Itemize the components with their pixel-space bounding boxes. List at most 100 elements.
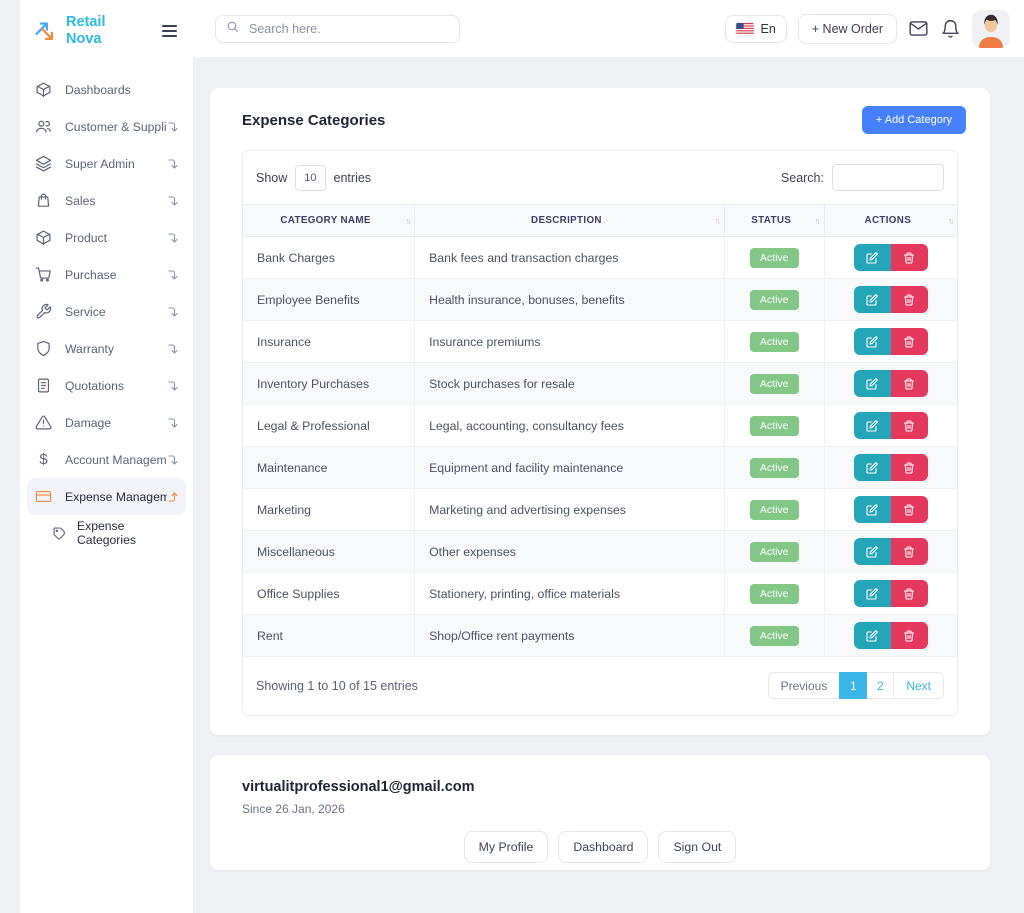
cart-icon <box>35 266 52 283</box>
description-cell: Bank fees and transaction charges <box>415 237 725 279</box>
category-name-cell: Miscellaneous <box>243 531 415 573</box>
sidebar-item-expense-management[interactable]: Expense Management <box>27 478 186 515</box>
mail-icon[interactable] <box>908 18 929 39</box>
corner-down-arrow-icon <box>167 380 179 392</box>
status-badge: Active <box>750 500 799 520</box>
corner-down-arrow-icon <box>167 306 179 318</box>
edit-button[interactable] <box>854 496 891 523</box>
corner-up-arrow-icon <box>167 491 179 503</box>
column-header-status[interactable]: Status↑↓ <box>724 205 824 237</box>
pagination-page-1-button[interactable]: 1 <box>839 672 867 699</box>
delete-button[interactable] <box>891 496 928 523</box>
category-name-cell: Marketing <box>243 489 415 531</box>
edit-button[interactable] <box>854 580 891 607</box>
delete-button[interactable] <box>891 244 928 271</box>
bag-icon <box>35 192 52 209</box>
category-name-cell: Office Supplies <box>243 573 415 615</box>
status-badge: Active <box>750 416 799 436</box>
corner-down-arrow-icon <box>167 269 179 281</box>
edit-button[interactable] <box>854 412 891 439</box>
delete-button[interactable] <box>891 370 928 397</box>
delete-button[interactable] <box>891 580 928 607</box>
pagination: Previous12Next <box>768 672 944 699</box>
box-icon <box>35 229 52 246</box>
table-search-input[interactable] <box>832 164 944 191</box>
description-cell: Equipment and facility maintenance <box>415 447 725 489</box>
sidebar-item-purchase[interactable]: Purchase <box>27 256 186 293</box>
sidebar-item-damage[interactable]: Damage <box>27 404 186 441</box>
search-icon <box>226 20 239 38</box>
brand-name: RetailNova <box>66 14 160 47</box>
add-category-button[interactable]: + Add Category <box>862 106 966 134</box>
corner-down-arrow-icon <box>167 232 179 244</box>
topbar: En + New Order <box>193 0 1024 57</box>
avatar[interactable] <box>972 10 1010 48</box>
new-order-button[interactable]: + New Order <box>798 14 897 44</box>
corner-down-arrow-icon <box>167 158 179 170</box>
sort-icon: ↑↓ <box>405 216 409 225</box>
delete-button[interactable] <box>891 538 928 565</box>
menu-toggle-icon[interactable] <box>160 23 179 39</box>
sidebar-item-product[interactable]: Product <box>27 219 186 256</box>
description-cell: Marketing and advertising expenses <box>415 489 725 531</box>
my-profile-button[interactable]: My Profile <box>464 831 549 863</box>
description-cell: Shop/Office rent payments <box>415 615 725 657</box>
delete-button[interactable] <box>891 328 928 355</box>
account-card: virtualitprofessional1@gmail.com Since 2… <box>210 755 990 870</box>
column-header-description[interactable]: Description↑↓ <box>415 205 725 237</box>
delete-button[interactable] <box>891 412 928 439</box>
edit-button[interactable] <box>854 370 891 397</box>
pagination-previous-button[interactable]: Previous <box>768 672 841 699</box>
table-row: RentShop/Office rent payments Active <box>243 615 957 657</box>
dollar-icon: $ <box>35 451 52 468</box>
table-row: MarketingMarketing and advertising expen… <box>243 489 957 531</box>
edit-button[interactable] <box>854 538 891 565</box>
table-row: Employee BenefitsHealth insurance, bonus… <box>243 279 957 321</box>
page-size-select[interactable]: 10 <box>295 165 325 191</box>
sort-icon: ↑↓ <box>815 216 819 225</box>
edit-button[interactable] <box>854 286 891 313</box>
pagination-next-button[interactable]: Next <box>893 672 944 699</box>
account-since: Since 26 Jan, 2026 <box>242 802 990 816</box>
corner-down-arrow-icon <box>167 195 179 207</box>
sidebar-item-customer-supplier[interactable]: Customer & Supplier <box>27 108 186 145</box>
pagination-page-2-button[interactable]: 2 <box>866 672 894 699</box>
edit-button[interactable] <box>854 244 891 271</box>
layers-icon <box>35 155 52 172</box>
sidebar-item-warranty[interactable]: Warranty <box>27 330 186 367</box>
edit-button[interactable] <box>854 622 891 649</box>
description-cell: Insurance premiums <box>415 321 725 363</box>
sidebar-item-account-management[interactable]: $Account Management <box>27 441 186 478</box>
brand-logo-icon <box>32 18 58 44</box>
category-name-cell: Rent <box>243 615 415 657</box>
sidebar-item-sales[interactable]: Sales <box>27 182 186 219</box>
column-header-category-name[interactable]: Category Name↑↓ <box>243 205 415 237</box>
status-badge: Active <box>750 626 799 646</box>
delete-button[interactable] <box>891 622 928 649</box>
bell-icon[interactable] <box>940 18 961 39</box>
entries-label: entries <box>334 171 372 185</box>
search-input[interactable] <box>247 21 449 37</box>
sidebar-item-super-admin[interactable]: Super Admin <box>27 145 186 182</box>
column-header-actions[interactable]: Actions↑↓ <box>824 205 957 237</box>
sign-out-button[interactable]: Sign Out <box>658 831 736 863</box>
status-badge: Active <box>750 542 799 562</box>
table-search-label: Search: <box>781 171 824 185</box>
language-button[interactable]: En <box>725 15 786 43</box>
sort-icon: ↑↓ <box>715 216 719 225</box>
dashboard-button[interactable]: Dashboard <box>558 831 648 863</box>
table-row: MiscellaneousOther expenses Active <box>243 531 957 573</box>
sidebar-subitem-expense-categories[interactable]: Expense Categories <box>27 515 186 551</box>
delete-button[interactable] <box>891 454 928 481</box>
description-cell: Other expenses <box>415 531 725 573</box>
status-badge: Active <box>750 290 799 310</box>
brand: RetailNova <box>20 0 193 53</box>
sidebar-item-dashboards[interactable]: Dashboards <box>27 71 186 108</box>
sidebar-item-quotations[interactable]: Quotations <box>27 367 186 404</box>
corner-down-arrow-icon <box>167 417 179 429</box>
edit-button[interactable] <box>854 328 891 355</box>
tag-icon <box>53 527 66 540</box>
delete-button[interactable] <box>891 286 928 313</box>
edit-button[interactable] <box>854 454 891 481</box>
sidebar-item-service[interactable]: Service <box>27 293 186 330</box>
